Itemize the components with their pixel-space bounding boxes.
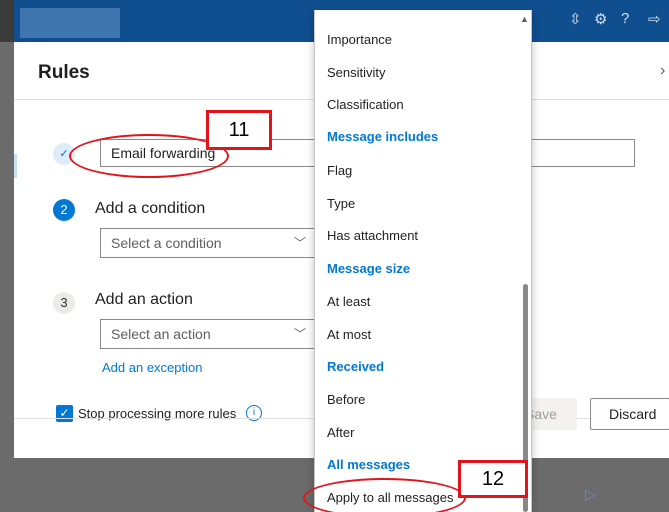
help-icon[interactable]: ? [621, 10, 629, 27]
add-action-label: Add an action [95, 291, 193, 308]
stop-processing-checkbox[interactable]: ✓ [56, 405, 73, 422]
step-3-indicator: 3 [53, 292, 75, 314]
condition-select-text: Select a condition [111, 235, 222, 251]
menu-header-message-includes: Message includes [327, 129, 439, 144]
condition-select[interactable]: Select a condition ﹀ [100, 228, 315, 258]
annotation-label-12: 12 [458, 460, 528, 498]
dialog-title: Rules [38, 62, 90, 83]
annotation-oval-rule-name [69, 134, 229, 178]
menu-item-before[interactable]: Before [327, 392, 365, 407]
action-select-text: Select an action [111, 326, 211, 342]
menu-header-all-messages: All messages [327, 457, 411, 472]
discard-button[interactable]: Discard [590, 398, 669, 430]
menu-item-sensitivity[interactable]: Sensitivity [327, 65, 386, 80]
annotation-oval-apply-all [303, 478, 466, 512]
search-box[interactable] [20, 8, 120, 38]
chevron-down-icon: ﹀ [293, 327, 306, 341]
condition-dropdown-menu: Importance Sensitivity Classification Me… [314, 10, 532, 512]
chevron-down-icon: ﹀ [293, 236, 306, 250]
close-icon[interactable]: › [660, 62, 665, 80]
menu-item-type[interactable]: Type [327, 196, 355, 211]
step-2-indicator: 2 [53, 199, 75, 221]
add-exception-link[interactable]: Add an exception [102, 360, 202, 375]
annotation-label-11: 11 [206, 110, 272, 150]
nav-accent [14, 154, 17, 178]
menu-item-classification[interactable]: Classification [327, 97, 404, 112]
scroll-up-icon[interactable]: ▲ [520, 14, 529, 24]
menu-item-flag[interactable]: Flag [327, 163, 352, 178]
action-select[interactable]: Select an action ﹀ [100, 319, 315, 349]
share-icon[interactable]: ⇳ [569, 10, 582, 28]
menu-header-received: Received [327, 359, 385, 374]
menu-item-has-attachment[interactable]: Has attachment [327, 228, 418, 243]
send-icon[interactable]: ⇨ [648, 10, 661, 28]
add-condition-label: Add a condition [95, 200, 206, 217]
send-arrow-icon: ▷ [585, 486, 596, 502]
menu-item-at-most[interactable]: At most [327, 327, 371, 342]
settings-icon[interactable]: ⚙ [594, 10, 607, 28]
menu-header-message-size: Message size [327, 261, 411, 276]
menu-item-after[interactable]: After [327, 425, 354, 440]
menu-item-importance[interactable]: Importance [327, 32, 392, 47]
menu-item-at-least[interactable]: At least [327, 294, 370, 309]
